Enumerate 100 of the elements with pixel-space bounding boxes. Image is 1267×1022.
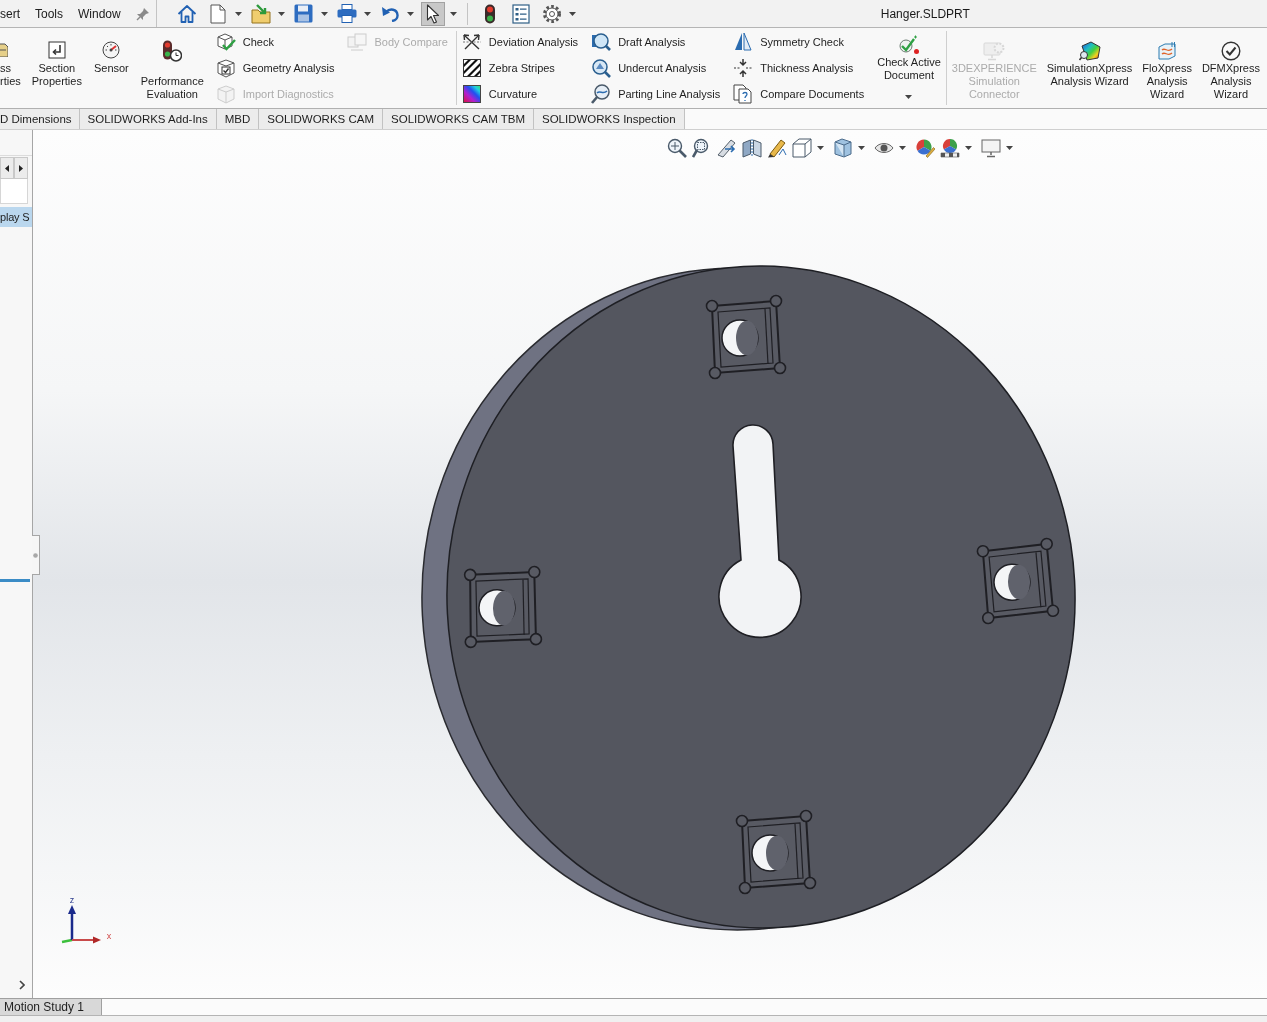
view-tool-button[interactable] <box>833 137 865 159</box>
right-triangle-icon <box>19 164 23 172</box>
ribbon-button[interactable]: DFMXpress Analysis Wizard <box>1200 28 1261 108</box>
home-icon <box>176 3 197 24</box>
axis-triad-icon <box>61 905 101 944</box>
mirror-shapes-icon <box>733 32 754 52</box>
ribbon-tab[interactable]: SOLIDWORKS CAM <box>259 109 383 129</box>
rainbow-part-icon <box>1078 41 1101 61</box>
ribbon-button[interactable]: Symmetry Check <box>732 31 867 53</box>
ribbon-button[interactable]: FloXpress Analysis Wizard <box>1141 28 1193 108</box>
ribbon-button[interactable]: Compare Documents <box>732 83 867 105</box>
window-title: Hanger.SLDPRT <box>880 6 970 21</box>
view-tool-button[interactable] <box>767 137 787 159</box>
ribbon-button[interactable]: Draft Analysis <box>590 31 723 53</box>
axis-label: z <box>69 895 75 905</box>
chevron-right-icon <box>19 980 25 990</box>
caret-icon[interactable] <box>277 11 285 16</box>
pencil-icon <box>767 138 787 158</box>
caret-icon[interactable] <box>234 11 242 16</box>
ribbon-button[interactable]: Section Properties <box>30 28 83 108</box>
ribbon-button[interactable]: Thickness Analysis <box>732 57 867 79</box>
ribbon-tab[interactable]: SOLIDWORKS CAM TBM <box>383 109 534 129</box>
box-outline-icon <box>792 138 812 158</box>
ribbon-button[interactable]: Deviation Analysis <box>460 31 581 53</box>
view-tool-button[interactable] <box>742 137 762 159</box>
panel-tab[interactable]: play S <box>0 207 32 227</box>
ribbon-button[interactable]: Check Active Document <box>876 28 942 108</box>
ribbon-button[interactable]: SimulationXpress Analysis Wizard <box>1045 28 1134 108</box>
gradient-square-icon <box>462 85 481 103</box>
view-tool-button[interactable] <box>981 137 1013 159</box>
caret-icon[interactable] <box>363 11 371 16</box>
ribbon-button[interactable]: Geometry Analysis <box>214 57 337 79</box>
scroll-right-button[interactable] <box>14 157 28 179</box>
folder-icon <box>250 3 271 24</box>
documents-icon <box>733 84 754 104</box>
scene-ball-icon <box>940 138 960 158</box>
check-circle-icon <box>1220 41 1241 61</box>
cursor-icon <box>425 3 440 24</box>
ribbon-tab[interactable]: SOLIDWORKS Inspection <box>534 109 685 129</box>
caret-icon[interactable] <box>406 11 414 16</box>
shaded-box-icon <box>833 138 853 158</box>
list-icon <box>511 3 530 24</box>
scroll-left-button[interactable] <box>0 157 14 179</box>
axis-label: x <box>106 931 112 941</box>
caret-icon[interactable] <box>449 11 457 16</box>
section-icon <box>47 41 66 59</box>
caret-icon[interactable] <box>320 11 328 16</box>
ribbon-button[interactable]: Curvature <box>460 83 581 105</box>
menu-item[interactable]: sert <box>0 6 20 21</box>
cube-check-icon <box>215 32 236 52</box>
eye-icon <box>874 141 894 155</box>
magnifier-icon <box>667 138 687 158</box>
ribbon-button[interactable]: ss rties <box>0 28 21 108</box>
ribbon-button[interactable]: Parting Line Analysis <box>590 83 723 105</box>
view-tool-button[interactable] <box>717 137 737 159</box>
sectioned-cube-icon <box>742 138 762 158</box>
cropped-icon <box>0 41 8 57</box>
magnifier-icon <box>591 58 612 78</box>
flow-box-icon <box>1157 41 1178 61</box>
settings-icon <box>541 3 562 24</box>
caret-icon[interactable] <box>568 11 576 16</box>
ribbon-button[interactable]: Zebra Stripes <box>460 57 581 79</box>
ribbon-button[interactable]: Undercut Analysis <box>590 57 723 79</box>
toolbar-button[interactable] <box>420 1 445 26</box>
check-mark-icon <box>898 35 920 55</box>
magnifier-icon <box>591 84 612 104</box>
cube-checkbox-icon <box>215 58 236 78</box>
ribbon-tab[interactable]: MBD <box>216 109 260 129</box>
cube-icon <box>215 84 236 104</box>
ribbon-button[interactable]: Performance Evaluation <box>139 28 205 108</box>
monitor-icon <box>981 138 1001 158</box>
ribbon-tab[interactable]: SOLIDWORKS Add-Ins <box>79 109 217 129</box>
magnifier-icon <box>591 32 612 52</box>
motion-study-tab[interactable]: Motion Study 1 <box>0 999 103 1015</box>
printer-icon <box>336 4 357 23</box>
left-triangle-icon <box>5 164 9 172</box>
menu-item[interactable]: Window <box>78 6 121 21</box>
ribbon-tab[interactable]: D Dimensions <box>0 109 80 129</box>
ribbon-button[interactable]: Check <box>214 31 337 53</box>
stripes-icon <box>462 59 481 77</box>
menu-item[interactable]: Tools <box>35 6 64 21</box>
view-tool-button[interactable] <box>940 137 972 159</box>
view-tool-button[interactable] <box>915 137 935 159</box>
two-cubes-icon <box>347 32 368 52</box>
view-tool-button[interactable] <box>667 137 687 159</box>
document-icon <box>209 3 226 24</box>
color-ball-icon <box>915 138 935 158</box>
gauge-icon <box>102 41 121 59</box>
undo-icon <box>380 5 399 22</box>
traffic-light-clock-icon <box>162 40 183 62</box>
traffic-light-icon <box>483 3 496 24</box>
pen-arrow-icon <box>717 138 737 158</box>
save-icon <box>294 4 314 23</box>
crossed-arrows-icon <box>461 32 482 52</box>
view-tool-button[interactable] <box>792 137 824 159</box>
monitor-gear-icon <box>983 41 1006 61</box>
converging-arrows-icon <box>733 58 754 78</box>
ribbon-button[interactable]: Sensor <box>92 28 130 108</box>
pin-icon[interactable] <box>135 6 150 21</box>
splitter-handle[interactable] <box>32 535 40 575</box>
